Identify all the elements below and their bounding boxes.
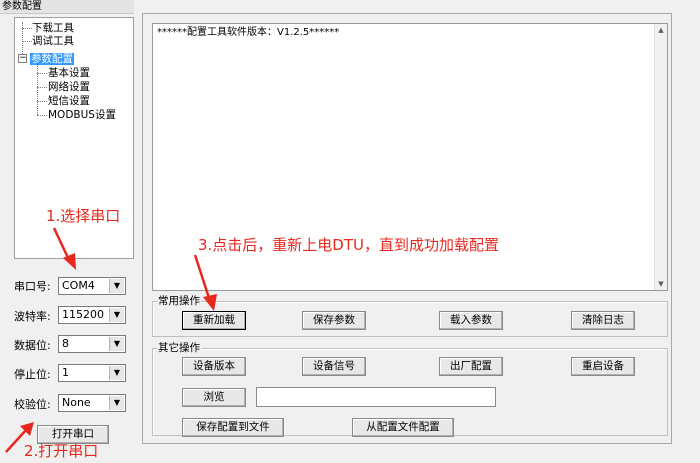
scroll-up-icon[interactable]: ▲ bbox=[655, 24, 667, 36]
other-ops-title: 其它操作 bbox=[157, 342, 201, 354]
scroll-down-icon[interactable]: ▼ bbox=[655, 278, 667, 290]
baud-value: 115200 bbox=[62, 308, 104, 321]
chevron-down-icon[interactable]: ▼ bbox=[109, 308, 124, 322]
device-signal-button[interactable]: 设备信号 bbox=[302, 357, 366, 376]
stopbits-select[interactable]: 1 ▼ bbox=[58, 364, 126, 382]
log-text: ******配置工具软件版本：V1.2.5****** bbox=[157, 27, 340, 38]
parity-value: None bbox=[62, 396, 91, 409]
restart-device-button[interactable]: 重启设备 bbox=[571, 357, 635, 376]
clear-log-button[interactable]: 清除日志 bbox=[571, 311, 635, 330]
panel-title: 参数配置 bbox=[0, 0, 134, 14]
databits-select[interactable]: 8 ▼ bbox=[58, 335, 126, 353]
parity-select[interactable]: None ▼ bbox=[58, 394, 126, 412]
chevron-down-icon[interactable]: ▼ bbox=[109, 279, 124, 293]
device-version-button[interactable]: 设备版本 bbox=[182, 357, 246, 376]
reload-button[interactable]: 重新加载 bbox=[182, 311, 246, 330]
load-params-button[interactable]: 载入参数 bbox=[439, 311, 503, 330]
save-params-button[interactable]: 保存参数 bbox=[302, 311, 366, 330]
tree-item-download-tool[interactable]: 下载工具 bbox=[32, 22, 74, 34]
config-from-file-button[interactable]: 从配置文件配置 bbox=[352, 418, 454, 437]
factory-config-button[interactable]: 出厂配置 bbox=[439, 357, 503, 376]
save-to-file-button[interactable]: 保存配置到文件 bbox=[182, 418, 284, 437]
annotation-step1: 1.选择串口 bbox=[46, 207, 121, 225]
baud-label: 波特率: bbox=[14, 310, 51, 323]
chevron-down-icon[interactable]: ▼ bbox=[109, 396, 124, 410]
port-label: 串口号: bbox=[14, 280, 51, 293]
tree-collapse-icon[interactable]: − bbox=[18, 54, 27, 63]
annotation-step3: 3.点击后，重新上电DTU，直到成功加载配置 bbox=[198, 236, 500, 254]
databits-value: 8 bbox=[62, 337, 69, 350]
arrow-step2-icon bbox=[5, 422, 34, 453]
tree-item-modbus-settings[interactable]: MODBUS设置 bbox=[48, 109, 116, 121]
port-value: COM4 bbox=[62, 279, 95, 292]
chevron-down-icon[interactable]: ▼ bbox=[109, 337, 124, 351]
tree-item-debug-tool[interactable]: 调试工具 bbox=[32, 35, 74, 47]
arrow-step3-icon bbox=[193, 254, 217, 311]
arrow-step1-icon bbox=[52, 227, 76, 270]
file-path-input[interactable] bbox=[256, 387, 496, 407]
browse-button[interactable]: 浏览 bbox=[182, 388, 246, 407]
chevron-down-icon[interactable]: ▼ bbox=[109, 366, 124, 380]
baud-select[interactable]: 115200 ▼ bbox=[58, 306, 126, 324]
log-scrollbar[interactable]: ▲ ▼ bbox=[654, 24, 667, 290]
parity-label: 校验位: bbox=[14, 398, 51, 411]
stopbits-label: 停止位: bbox=[14, 368, 51, 381]
port-select[interactable]: COM4 ▼ bbox=[58, 277, 126, 295]
tree-item-sms-settings[interactable]: 短信设置 bbox=[48, 95, 90, 107]
databits-label: 数据位: bbox=[14, 339, 51, 352]
tree-item-basic-settings[interactable]: 基本设置 bbox=[48, 67, 90, 79]
stopbits-value: 1 bbox=[62, 366, 69, 379]
tree-item-param-config[interactable]: 参数配置 bbox=[30, 53, 74, 65]
tree-item-network-settings[interactable]: 网络设置 bbox=[48, 81, 90, 93]
